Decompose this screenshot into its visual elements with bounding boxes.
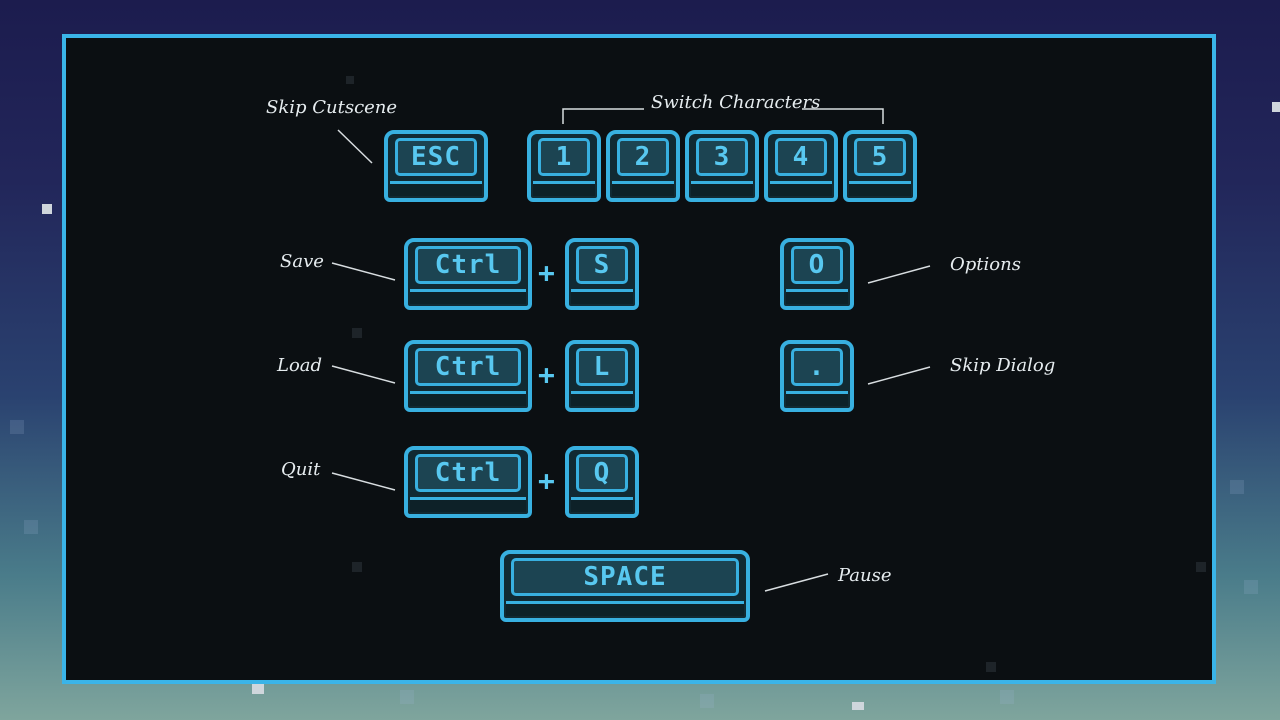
bg-pixel (10, 420, 24, 434)
bg-pixel (1272, 102, 1280, 112)
key-4-cap: 4 (775, 138, 827, 176)
q-keycap: Q (576, 454, 628, 492)
ctrl-key-save: Ctrl (404, 238, 532, 310)
bg-pixel (852, 702, 864, 710)
key-2: 2 (606, 130, 680, 202)
ctrl-keycap: Ctrl (415, 246, 521, 284)
save-label: Save (280, 251, 324, 272)
pause-label: Pause (838, 565, 892, 586)
o-key: O (780, 238, 854, 310)
bg-pixel (400, 690, 414, 704)
key-5: 5 (843, 130, 917, 202)
load-label: Load (277, 355, 323, 376)
switch-characters-label: Switch Characters (651, 92, 821, 113)
l-keycap: L (576, 348, 628, 386)
bg-pixel (24, 520, 38, 534)
ctrl-keycap: Ctrl (415, 454, 521, 492)
key-3-cap: 3 (696, 138, 748, 176)
esc-key: ESC (384, 130, 488, 202)
plus-sign: + (538, 256, 555, 289)
ctrl-key-load: Ctrl (404, 340, 532, 412)
options-label: Options (950, 254, 1021, 275)
period-keycap: . (791, 348, 843, 386)
key-1-cap: 1 (538, 138, 590, 176)
q-key: Q (565, 446, 639, 518)
bg-pixel (1244, 580, 1258, 594)
quit-label: Quit (281, 459, 321, 480)
bg-pixel (700, 694, 714, 708)
skip-cutscene-label: Skip Cutscene (266, 97, 398, 118)
space-key: SPACE (500, 550, 750, 622)
key-5-cap: 5 (854, 138, 906, 176)
period-key: . (780, 340, 854, 412)
space-keycap: SPACE (511, 558, 739, 596)
bg-pixel (1000, 690, 1014, 704)
l-key: L (565, 340, 639, 412)
esc-keycap: ESC (395, 138, 477, 176)
plus-sign: + (538, 464, 555, 497)
key-1: 1 (527, 130, 601, 202)
o-keycap: O (791, 246, 843, 284)
key-3: 3 (685, 130, 759, 202)
s-keycap: S (576, 246, 628, 284)
ctrl-keycap: Ctrl (415, 348, 521, 386)
bg-pixel (42, 204, 52, 214)
s-key: S (565, 238, 639, 310)
skip-dialog-label: Skip Dialog (950, 355, 1056, 376)
plus-sign: + (538, 358, 555, 391)
ctrl-key-quit: Ctrl (404, 446, 532, 518)
key-4: 4 (764, 130, 838, 202)
key-2-cap: 2 (617, 138, 669, 176)
bg-pixel (1230, 480, 1244, 494)
